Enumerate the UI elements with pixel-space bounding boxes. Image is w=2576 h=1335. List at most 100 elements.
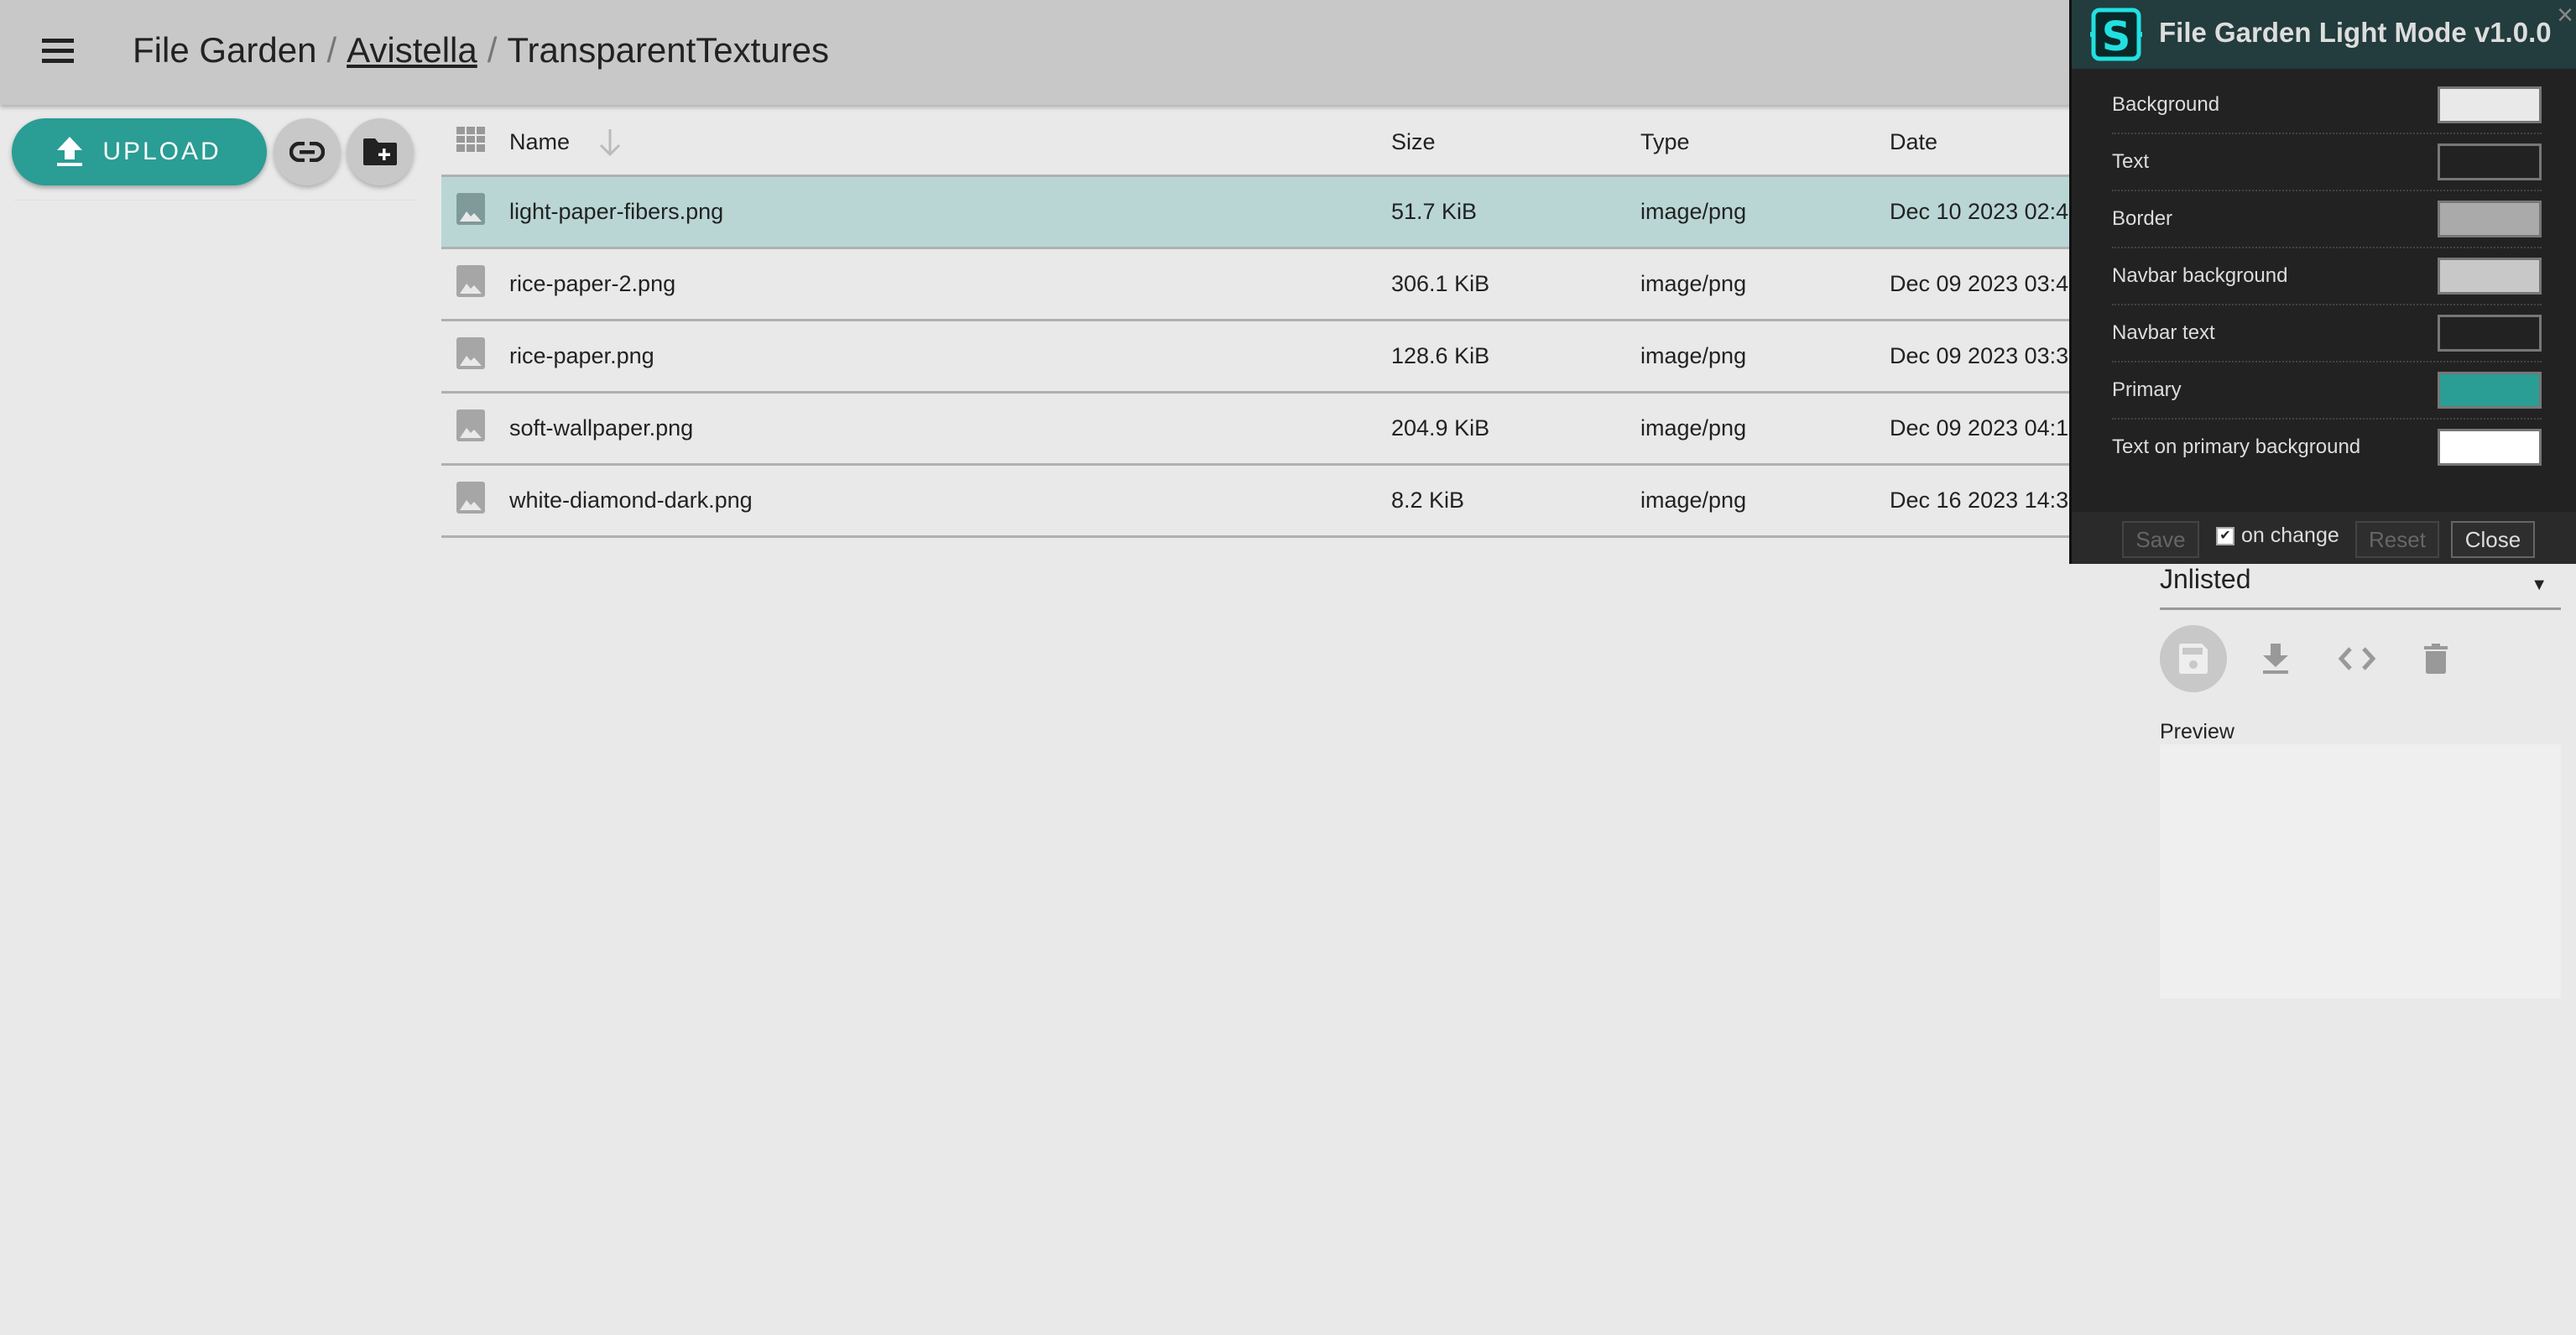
column-header-size[interactable]: Size xyxy=(1391,129,1436,155)
download-icon xyxy=(2263,644,2288,674)
color-setting-row: Text on primary background xyxy=(2112,420,2542,475)
link-icon xyxy=(289,142,325,162)
code-icon xyxy=(2339,647,2375,670)
breadcrumb-root: File Garden xyxy=(133,30,317,70)
save-icon xyxy=(2179,644,2208,674)
color-setting-row: Background xyxy=(2112,77,2542,134)
file-size: 306.1 KiB xyxy=(1391,271,1490,296)
image-file-icon xyxy=(456,265,485,303)
color-setting-row: Navbar background xyxy=(2112,248,2542,305)
file-date: Dec 10 2023 02:4 xyxy=(1890,199,2069,224)
file-date: Dec 09 2023 03:4 xyxy=(1890,271,2069,296)
color-swatch-input[interactable] xyxy=(2438,315,2542,352)
stylus-logo-icon: S xyxy=(2088,7,2144,66)
file-type: image/png xyxy=(1640,271,1747,296)
sidebar-divider xyxy=(13,200,416,201)
color-setting-label: Navbar background xyxy=(2112,264,2288,287)
color-setting-row: Navbar text xyxy=(2112,305,2542,362)
trash-icon xyxy=(2424,644,2448,674)
color-swatch-input[interactable] xyxy=(2438,429,2542,466)
file-name: white-diamond-dark.png xyxy=(509,488,753,513)
download-button[interactable] xyxy=(2242,625,2309,692)
color-setting-label: Navbar text xyxy=(2112,321,2215,344)
table-header: Name Size Type Date xyxy=(441,109,2069,177)
color-swatch-input[interactable] xyxy=(2438,143,2542,180)
breadcrumb-separator: / xyxy=(326,30,337,70)
on-change-label: on change xyxy=(2241,524,2339,547)
breadcrumb-separator: / xyxy=(487,30,498,70)
visibility-select[interactable]: Jnlisted ▼ xyxy=(2160,564,2561,610)
panel-close-icon[interactable]: × xyxy=(2557,0,2573,30)
delete-button[interactable] xyxy=(2402,625,2469,692)
color-swatch-input[interactable] xyxy=(2438,258,2542,295)
file-type: image/png xyxy=(1640,343,1747,368)
panel-footer: Save ✔ on change Reset Close xyxy=(2072,512,2576,564)
upload-icon xyxy=(57,137,83,166)
breadcrumb-current-folder: TransparentTextures xyxy=(507,30,830,70)
column-header-date[interactable]: Date xyxy=(1890,129,1937,155)
file-type: image/png xyxy=(1640,488,1747,513)
color-setting-label: Background xyxy=(2112,93,2220,116)
image-file-icon xyxy=(456,409,485,447)
panel-settings-list: Background Text Border Navbar background… xyxy=(2072,69,2576,475)
reset-button[interactable]: Reset xyxy=(2355,521,2439,558)
column-header-name[interactable]: Name xyxy=(509,129,570,155)
color-swatch-input[interactable] xyxy=(2438,372,2542,409)
on-change-checkbox[interactable]: ✔ xyxy=(2216,526,2234,545)
new-folder-icon xyxy=(363,138,397,165)
breadcrumb-link-user[interactable]: Avistella xyxy=(347,30,477,70)
embed-code-button[interactable] xyxy=(2323,625,2391,692)
file-type: image/png xyxy=(1640,415,1747,441)
on-change-toggle[interactable]: ✔ on change xyxy=(2216,524,2339,548)
file-size: 128.6 KiB xyxy=(1391,343,1490,368)
upload-label: UPLOAD xyxy=(102,138,222,165)
file-size: 51.7 KiB xyxy=(1391,199,1478,224)
save-file-button[interactable] xyxy=(2160,625,2227,692)
dropdown-arrow-icon: ▼ xyxy=(2531,576,2547,594)
color-swatch-input[interactable] xyxy=(2438,86,2542,123)
color-setting-label: Primary xyxy=(2112,378,2182,401)
panel-header: S File Garden Light Mode v1.0.0 × xyxy=(2072,0,2576,69)
table-row[interactable]: white-diamond-dark.png 8.2 KiB image/png… xyxy=(441,466,2069,538)
upload-button[interactable]: UPLOAD xyxy=(12,118,267,185)
file-name: rice-paper-2.png xyxy=(509,271,676,296)
file-type: image/png xyxy=(1640,199,1747,224)
close-button[interactable]: Close xyxy=(2451,521,2535,558)
file-preview xyxy=(2160,744,2561,999)
column-header-type[interactable]: Type xyxy=(1640,129,1690,155)
image-file-icon xyxy=(456,337,485,375)
svg-text:S: S xyxy=(2102,13,2131,60)
panel-title: File Garden Light Mode v1.0.0 xyxy=(2159,17,2552,48)
light-mode-settings-panel: S File Garden Light Mode v1.0.0 × Backgr… xyxy=(2069,0,2576,564)
table-row[interactable]: light-paper-fibers.png 51.7 KiB image/pn… xyxy=(441,177,2069,249)
table-row[interactable]: rice-paper.png 128.6 KiB image/png Dec 0… xyxy=(441,321,2069,394)
file-table: Name Size Type Date light-paper-fibers.p… xyxy=(441,109,2069,538)
color-setting-row: Primary xyxy=(2112,362,2542,420)
file-name: rice-paper.png xyxy=(509,343,654,368)
file-size: 204.9 KiB xyxy=(1391,415,1490,441)
file-date: Dec 09 2023 04:1 xyxy=(1890,415,2069,441)
table-row[interactable]: rice-paper-2.png 306.1 KiB image/png Dec… xyxy=(441,249,2069,321)
link-button[interactable] xyxy=(274,118,341,185)
visibility-value: Jnlisted xyxy=(2160,564,2251,594)
file-name: soft-wallpaper.png xyxy=(509,415,694,441)
color-setting-label: Text xyxy=(2112,150,2150,173)
breadcrumb: File Garden / Avistella / TransparentTexture… xyxy=(133,25,829,76)
table-row[interactable]: soft-wallpaper.png 204.9 KiB image/png D… xyxy=(441,394,2069,466)
color-swatch-input[interactable] xyxy=(2438,201,2542,237)
image-file-icon xyxy=(456,482,485,519)
file-date: Dec 16 2023 14:3 xyxy=(1890,488,2069,513)
color-setting-row: Text xyxy=(2112,134,2542,191)
sort-descending-icon[interactable] xyxy=(597,128,623,162)
save-button[interactable]: Save xyxy=(2122,521,2199,558)
color-setting-label: Border xyxy=(2112,207,2173,230)
grid-view-icon[interactable] xyxy=(456,126,485,158)
preview-label: Preview xyxy=(2160,720,2234,743)
file-date: Dec 09 2023 03:3 xyxy=(1890,343,2069,368)
color-setting-label: Text on primary background xyxy=(2112,435,2361,458)
image-file-icon xyxy=(456,193,485,231)
hamburger-menu-icon[interactable] xyxy=(42,39,74,64)
file-name: light-paper-fibers.png xyxy=(509,199,724,224)
color-setting-row: Border xyxy=(2112,191,2542,248)
new-folder-button[interactable] xyxy=(347,118,414,185)
